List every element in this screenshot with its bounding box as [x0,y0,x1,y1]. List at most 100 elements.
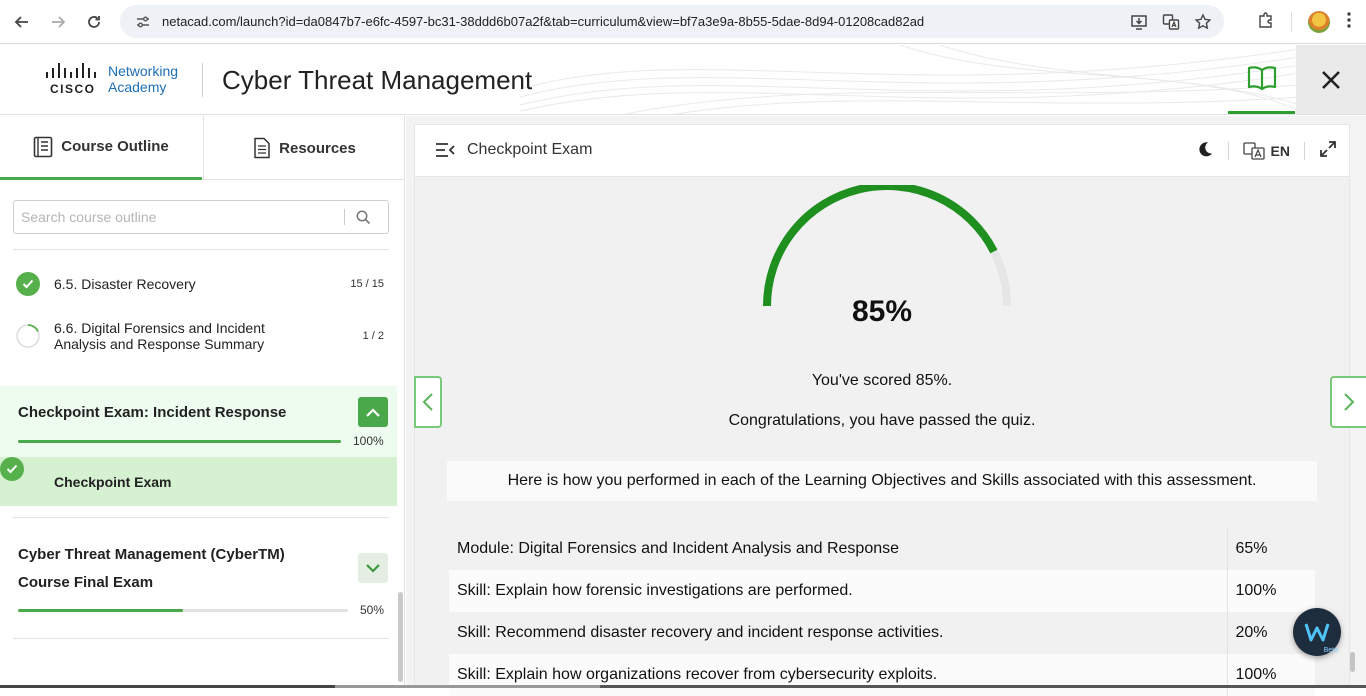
chevron-left-icon [422,393,433,411]
toolbar-separator [1304,142,1305,160]
bookmark-star-icon[interactable] [1194,12,1212,31]
cisco-networking-academy-logo[interactable]: CISCO Networking Academy [44,63,178,96]
language-selector[interactable]: EN [1242,142,1290,160]
result-label: Module: Digital Forensics and Incident A… [449,528,1227,570]
assistant-logo-icon [1304,623,1330,642]
translate-icon[interactable] [1162,13,1180,31]
course-title: Cyber Threat Management [222,65,533,95]
browser-menu-icon[interactable] [1346,11,1352,34]
section-divider [13,517,389,518]
dark-mode-icon[interactable] [1196,140,1214,163]
fullscreen-icon[interactable] [1319,140,1337,163]
netacad-wordmark: Networking Academy [108,63,178,95]
brand-line-2: Academy [108,79,167,95]
language-icon [1242,142,1265,160]
exam-result-card: Checkpoint Exam EN 85% You've scored 85%… [414,124,1350,696]
progress-ring-icon [16,324,40,348]
toggle-sidebar-icon[interactable] [435,142,455,163]
collapse-section-button[interactable] [358,397,388,427]
cisco-bars-icon: CISCO [44,63,100,96]
tab-course-outline[interactable]: Course Outline [0,116,202,180]
close-icon [1322,71,1340,89]
checkpoint-exam-item[interactable]: Checkpoint Exam [0,457,397,506]
checkpoint-progress-label: 100% [353,434,384,448]
score-message: You've scored 85%. [811,372,953,389]
gauge-track [763,185,1011,307]
close-course-button[interactable] [1296,45,1366,114]
tab-resources-label: Resources [279,139,356,157]
result-row: Skill: Explain how organizations recover… [449,654,1315,696]
course-book-tab[interactable] [1228,45,1295,114]
check-icon [16,272,40,296]
outline-item-label-line1: 6.6. Digital Forensics and Incident [54,320,265,336]
content-scrollbar[interactable] [1350,652,1355,672]
language-code: EN [1270,143,1290,159]
content-toolbar: EN [1196,125,1337,177]
score-percentage: 85% [851,295,913,328]
content-title: Checkpoint Exam [467,141,593,158]
content-header: Checkpoint Exam EN [415,125,1349,177]
previous-page-button[interactable] [414,376,442,428]
performance-intro: Here is how you performed in each of the… [447,461,1317,501]
site-settings-icon[interactable] [128,14,158,30]
gauge-fill [763,185,998,307]
chevron-right-icon [1344,393,1355,411]
sidebar-scrollbar[interactable] [398,592,403,682]
next-page-button[interactable] [1330,376,1366,428]
open-book-icon [1247,66,1276,91]
content-area: Checkpoint Exam EN 85% You've scored 85%… [406,116,1366,696]
final-exam-progress-bar [18,609,348,612]
url-text[interactable]: netacad.com/launch?id=da0847b7-e6fc-4597… [162,14,924,29]
list-divider [13,249,389,250]
beta-badge: Beta [1323,647,1338,654]
search-icon[interactable] [345,210,381,225]
chevron-down-icon [366,563,380,573]
status-complete [16,272,40,296]
outline-item-label-line2: Analysis and Response Summary [54,336,265,352]
install-app-icon[interactable] [1130,13,1148,31]
result-score: 65% [1226,528,1315,570]
result-label: Skill: Recommend disaster recovery and i… [449,612,1227,654]
brand-line-1: Networking [108,63,179,79]
checkpoint-progress-bar [18,440,341,443]
reload-icon [88,15,100,28]
sidebar-tabs: Course Outline Resources [0,116,405,180]
result-label: Skill: Explain how forensic investigatio… [449,570,1227,612]
outline-item-label: 6.5. Disaster Recovery [54,276,196,292]
pass-message: Congratulations, you have passed the qui… [728,412,1036,429]
back-button[interactable] [4,4,40,40]
final-exam-title-line2[interactable]: Course Final Exam [18,574,153,591]
checkpoint-progress-fill [18,440,341,443]
search-input[interactable] [14,209,344,225]
checkpoint-exam-label: Checkpoint Exam [54,474,172,490]
toolbar-separator [1227,142,1229,160]
cisco-wordmark: CISCO [50,82,96,96]
forward-button[interactable] [40,4,76,40]
outline-item-6-6[interactable]: 6.6. Digital Forensics and Incident Anal… [0,320,397,352]
final-exam-title-line1[interactable]: Cyber Threat Management (CyberTM) [18,546,285,563]
extensions-icon[interactable] [1257,11,1275,34]
final-exam-progress-label: 50% [360,603,385,617]
outline-item-count: 15 / 15 [350,278,384,290]
toolbar-separator [1291,12,1292,32]
expand-section-button[interactable] [358,553,388,583]
course-outline-sidebar: Course Outline Resources 6.5. Disaster R… [0,116,405,688]
address-bar[interactable]: netacad.com/launch?id=da0847b7-e6fc-4597… [120,5,1224,38]
outline-search [13,200,389,234]
result-label: Skill: Explain how organizations recover… [449,654,1227,696]
reload-button[interactable] [76,4,112,40]
arrow-left-icon [14,15,28,28]
chat-assistant-button[interactable]: Beta [1293,608,1341,656]
result-score: 100% [1226,654,1315,696]
checkpoint-section-title[interactable]: Checkpoint Exam: Incident Response [18,404,286,421]
profile-avatar[interactable] [1308,11,1330,33]
tab-resources[interactable]: Resources [203,116,405,180]
header-divider [202,63,203,97]
outline-item-6-5[interactable]: 6.5. Disaster Recovery 15 / 15 [0,272,397,296]
section-divider [13,638,389,639]
result-score: 100% [1226,570,1315,612]
document-icon [254,137,270,159]
result-row: Skill: Explain how forensic investigatio… [449,570,1315,612]
header-wave-pattern [520,45,1300,114]
check-icon [0,457,24,481]
